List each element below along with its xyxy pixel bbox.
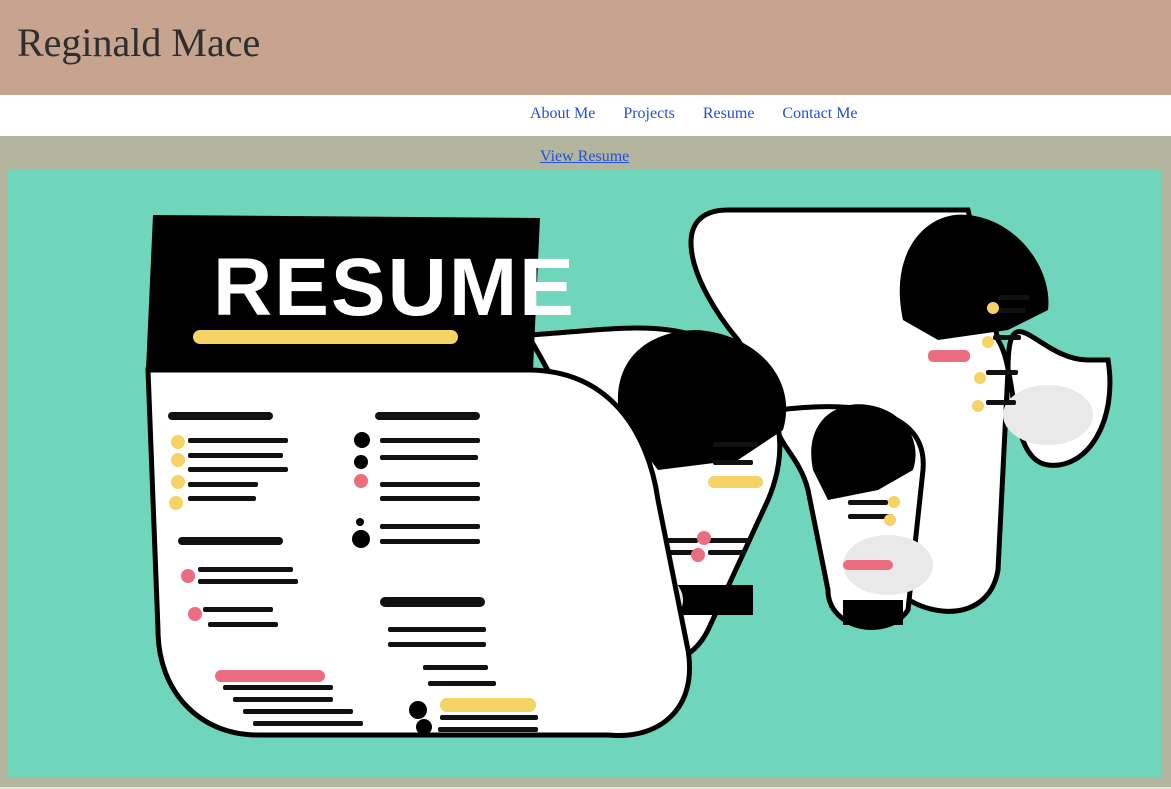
nav-link-resume[interactable]: Resume <box>703 105 755 122</box>
view-resume-link[interactable]: View Resume <box>540 148 629 166</box>
nav-item-resume: Resume <box>703 105 755 123</box>
nav-link-projects[interactable]: Projects <box>623 105 675 122</box>
resume-illustration: RESUME <box>8 170 1161 777</box>
resume-heading-text: RESUME <box>213 242 576 333</box>
resume-section: View Resume RESUME <box>0 136 1171 789</box>
main-nav: About Me Projects Resume Contact Me <box>0 95 1171 136</box>
middle-scroll <box>773 404 933 630</box>
site-header: Reginald Mace <box>0 0 1171 95</box>
resume-illustration-art: RESUME <box>145 207 1113 739</box>
nav-item-projects: Projects <box>623 105 675 123</box>
nav-item-contact: Contact Me <box>782 105 857 123</box>
nav-list: About Me Projects Resume Contact Me <box>530 105 858 123</box>
nav-link-contact[interactable]: Contact Me <box>782 105 857 122</box>
nav-item-about: About Me <box>530 105 595 123</box>
nav-link-about[interactable]: About Me <box>530 105 595 122</box>
site-title: Reginald Mace <box>17 20 261 65</box>
main-resume-sheet: RESUME <box>145 215 692 739</box>
